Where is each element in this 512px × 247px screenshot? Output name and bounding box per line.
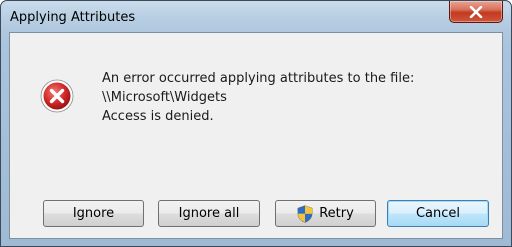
window-title: Applying Attributes	[10, 10, 136, 25]
dialog-content: An error occurred applying attributes to…	[9, 32, 503, 239]
cancel-button-label: Cancel	[415, 206, 461, 221]
error-detail: Access is denied.	[102, 109, 214, 124]
shield-icon	[297, 204, 313, 223]
cancel-button[interactable]: Cancel	[387, 200, 489, 227]
ignore-all-button[interactable]: Ignore all	[158, 200, 260, 227]
ignore-all-button-label: Ignore all	[178, 206, 240, 221]
error-icon	[40, 79, 74, 113]
close-icon	[469, 6, 483, 18]
ignore-button[interactable]: Ignore	[43, 200, 144, 227]
close-button[interactable]	[449, 1, 503, 23]
title-bar[interactable]: Applying Attributes	[1, 1, 511, 31]
ignore-button-label: Ignore	[72, 206, 115, 221]
retry-button[interactable]: Retry	[275, 200, 376, 227]
error-message-line: An error occurred applying attributes to…	[102, 71, 415, 86]
retry-button-label: Retry	[319, 206, 354, 221]
dialog-window: Applying Attributes An error occurred ap…	[0, 0, 512, 247]
file-path: \\Microsoft\Widgets	[102, 90, 227, 105]
